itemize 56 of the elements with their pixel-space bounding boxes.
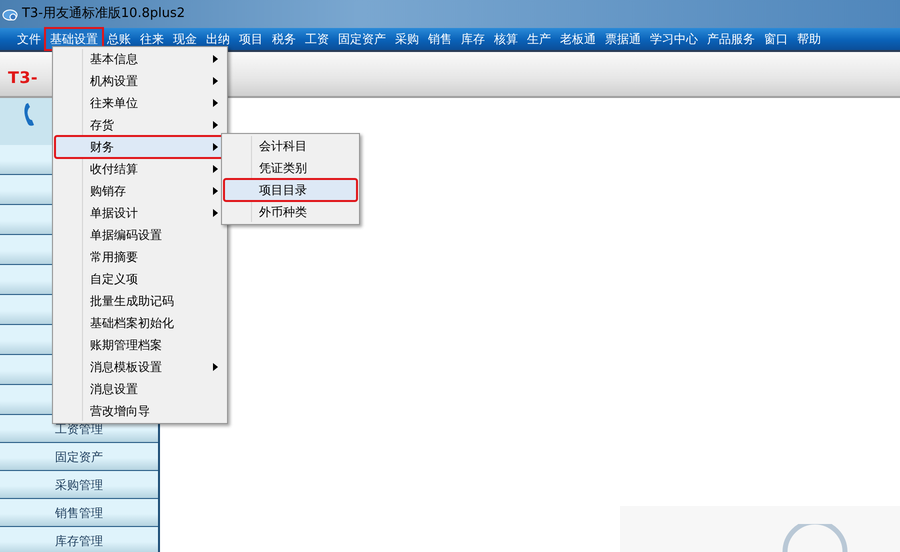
menu-item[interactable]: 单据编码设置	[55, 224, 225, 246]
menu-bar-item[interactable]: 文件	[13, 29, 45, 49]
menu-item[interactable]: 购销存	[55, 180, 225, 202]
submenu-arrow-icon	[213, 55, 218, 63]
menu-item[interactable]: 消息模板设置	[55, 356, 225, 378]
menu-bar-item[interactable]: 核算	[490, 29, 522, 49]
sidebar-item[interactable]: 固定资产	[0, 443, 158, 471]
menu-item[interactable]: 账期管理档案	[55, 334, 225, 356]
menu-item[interactable]: 往来单位	[55, 92, 225, 114]
sidebar-item[interactable]: 库存管理	[0, 527, 158, 552]
submenu-arrow-icon	[213, 77, 218, 85]
menu-item[interactable]: 常用摘要	[55, 246, 225, 268]
menu-bar-item[interactable]: 现金	[169, 29, 201, 49]
menu-bar-item[interactable]: 销售	[424, 29, 456, 49]
menu-bar-item[interactable]: 总账	[103, 29, 135, 49]
menu-item[interactable]: 基础档案初始化	[55, 312, 225, 334]
menu-bar-item[interactable]: 固定资产	[334, 29, 390, 49]
sidebar-item[interactable]: 销售管理	[0, 499, 158, 527]
submenu-arrow-icon	[213, 363, 218, 371]
menu-bar-item[interactable]: 工资	[301, 29, 333, 49]
submenu-arrow-icon	[213, 165, 218, 173]
menu-item[interactable]: 会计科目	[224, 135, 357, 157]
menu-bar-item[interactable]: 窗口	[760, 29, 792, 49]
menu-bar-item[interactable]: 帮助	[793, 29, 825, 49]
menu-bar-item[interactable]: 采购	[391, 29, 423, 49]
menu-item[interactable]: 消息设置	[55, 378, 225, 400]
sidebar-item[interactable]: 采购管理	[0, 471, 158, 499]
menu-bar-item[interactable]: 项目	[235, 29, 267, 49]
menu-item[interactable]: 凭证类别	[224, 157, 357, 179]
submenu-arrow-icon	[213, 209, 218, 217]
menu-bar-item[interactable]: 库存	[457, 29, 489, 49]
menu-item[interactable]: 自定义项	[55, 268, 225, 290]
menu-item[interactable]: 收付结算	[55, 158, 225, 180]
logo: T3-	[8, 67, 38, 89]
window-title: T3-用友通标准版10.8plus2	[22, 5, 185, 24]
menu-bar-item[interactable]: 票据通	[601, 29, 645, 49]
app-cloud-icon	[2, 7, 18, 21]
menu-bar-item[interactable]: 学习中心	[646, 29, 702, 49]
menu-item[interactable]: 机构设置	[55, 70, 225, 92]
menu-item[interactable]: 基本信息	[55, 48, 225, 70]
menu-bar-item[interactable]: 往来	[136, 29, 168, 49]
menu-bar-item[interactable]: 出纳	[202, 29, 234, 49]
submenu-arrow-icon	[213, 187, 218, 195]
menu-bar-item[interactable]: 产品服务	[703, 29, 759, 49]
menu-bar-item[interactable]: 税务	[268, 29, 300, 49]
submenu-arrow-icon	[213, 121, 218, 129]
menu-item[interactable]: 项目目录	[224, 179, 357, 201]
menu-bar-item[interactable]: 生产	[523, 29, 555, 49]
menu-item[interactable]: 存货	[55, 114, 225, 136]
submenu-arrow-icon	[213, 143, 218, 151]
menu-item[interactable]: 单据设计	[55, 202, 225, 224]
menu-item[interactable]: 批量生成助记码	[55, 290, 225, 312]
menu-item[interactable]: 外币种类	[224, 201, 357, 223]
arc-drawing	[780, 524, 850, 552]
submenu-arrow-icon	[213, 99, 218, 107]
menu-bar-item[interactable]: 老板通	[556, 29, 600, 49]
